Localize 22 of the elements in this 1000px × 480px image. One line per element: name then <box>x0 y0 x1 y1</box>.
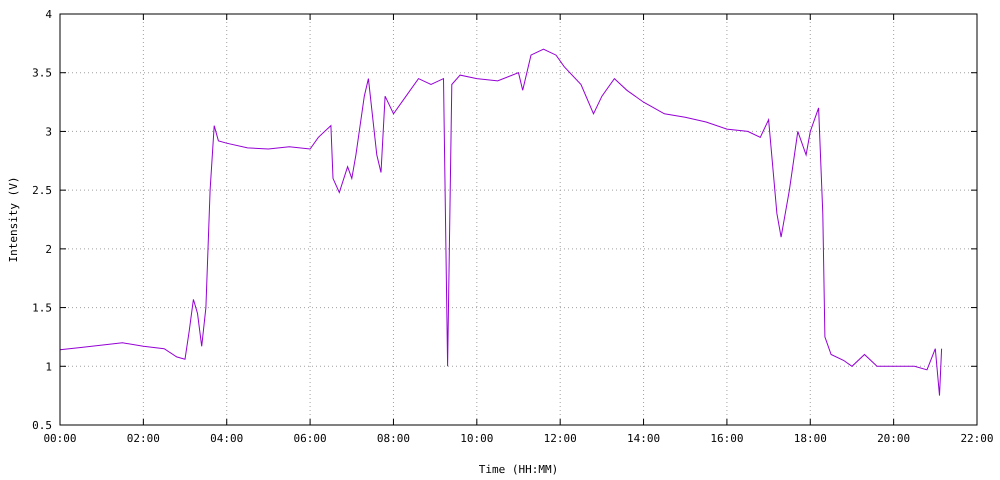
tick-label: 16:00 <box>710 432 744 445</box>
tick-label: 10:00 <box>460 432 494 445</box>
tick-label: 22:00 <box>960 432 994 445</box>
tick-label: 3.5 <box>32 66 52 80</box>
axis-title: Time (HH:MM) <box>478 463 558 476</box>
tick-label: 1 <box>45 360 52 374</box>
tick-label: 0.5 <box>32 419 52 432</box>
tick-label: 4 <box>45 8 52 21</box>
tick-label: 02:00 <box>126 432 160 445</box>
tick-label: 2.5 <box>32 184 52 198</box>
tick-label: 2 <box>45 242 52 256</box>
tick-label: 04:00 <box>210 432 244 445</box>
axis-title: Intensity (V) <box>7 176 20 263</box>
tick-label: 20:00 <box>877 432 910 445</box>
tick-label: 12:00 <box>544 432 577 445</box>
tick-label: 1.5 <box>32 302 52 315</box>
tick-label: 14:00 <box>626 432 660 445</box>
tick-label: 06:00 <box>294 432 327 445</box>
tick-label: 08:00 <box>376 432 410 445</box>
tick-label: 18:00 <box>794 432 827 445</box>
tick-label: 3 <box>45 125 52 138</box>
tick-label: 00:00 <box>43 432 77 445</box>
